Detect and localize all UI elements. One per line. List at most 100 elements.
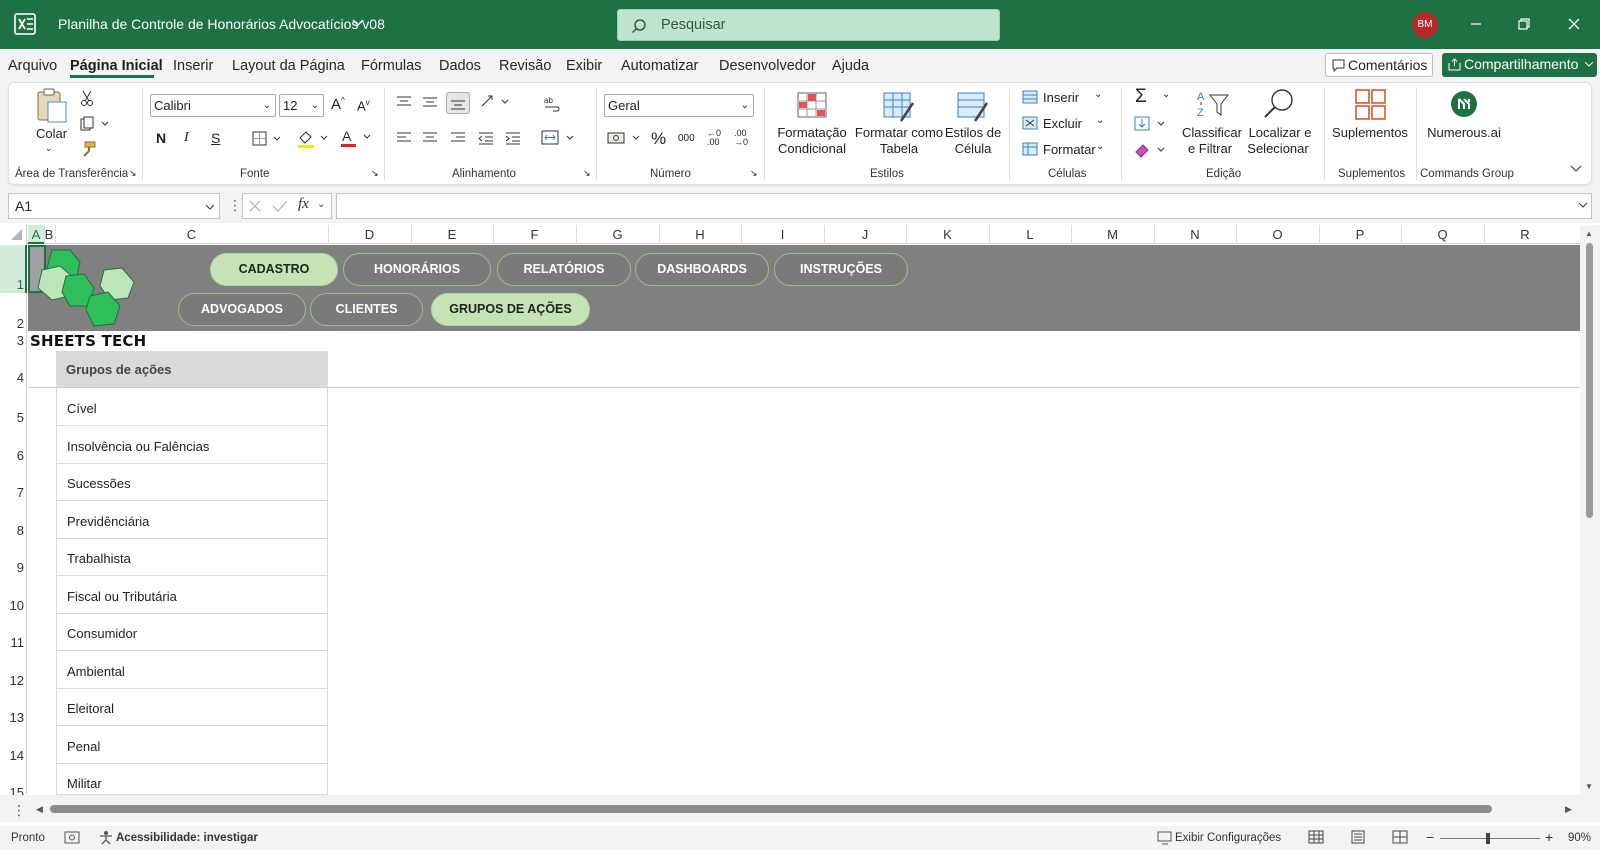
column-header-f[interactable]: F [493,227,576,242]
percent-format-icon[interactable]: % [651,129,666,149]
dialog-launcher-icon[interactable]: ↘ [583,168,591,179]
format-as-table-label-2[interactable]: Tabela [853,141,945,157]
scroll-up-icon[interactable]: ▲ [1585,229,1593,238]
table-row[interactable]: Trabalhista [56,538,328,576]
vertical-scroll-thumb[interactable] [1586,243,1593,518]
column-header-g[interactable]: G [576,227,659,242]
zoom-slider-thumb[interactable] [1486,833,1490,844]
sort-filter-label-2[interactable]: e Filtrar [1180,141,1240,157]
column-header-a[interactable]: A [28,227,44,242]
restore-button[interactable] [1514,14,1534,34]
table-row[interactable]: Previdênciária [56,501,328,539]
orientation-icon[interactable] [480,94,510,110]
menu-automatizar[interactable]: Automatizar [621,58,698,74]
format-as-table-label-1[interactable]: Formatar como [853,125,945,141]
menu-inserir[interactable]: Inserir [173,58,213,74]
row-header-14[interactable]: 14 [0,748,27,763]
currency-format-icon[interactable] [607,130,641,146]
column-header-l[interactable]: L [989,227,1071,242]
sheet-options-icon[interactable]: ⋮ [12,802,26,819]
numerous-ai-icon[interactable] [1451,91,1477,117]
column-header-d[interactable]: D [328,227,411,242]
row-header-10[interactable]: 10 [0,598,27,613]
scroll-left-icon[interactable]: ◀ [36,804,43,815]
fill-icon[interactable] [1134,116,1168,132]
formula-input[interactable] [336,193,1592,219]
format-cells-icon[interactable] [1022,142,1038,156]
conditional-formatting-label-1[interactable]: Formatação [770,125,854,141]
column-header-m[interactable]: M [1071,227,1154,242]
find-select-label-2[interactable]: Selecionar [1243,141,1313,157]
find-select-label-1[interactable]: Localizar e [1245,125,1315,141]
table-header[interactable]: Grupos de ações [56,351,328,387]
delete-cells-label[interactable]: Excluir [1043,116,1082,131]
addins-label[interactable]: Suplementos [1330,125,1410,141]
find-select-icon[interactable] [1262,88,1296,122]
menu-arquivo[interactable]: Arquivo [8,58,57,74]
comments-button[interactable]: Comentários [1325,53,1433,77]
nav-grupos-de-acoes-button[interactable]: GRUPOS DE AÇÕES [431,293,590,326]
italic-button[interactable]: I [184,130,189,146]
font-size-select[interactable]: 12 ⌄ [279,94,324,117]
row-header-11[interactable]: 11 [0,635,27,650]
insert-function-button[interactable]: fx [298,196,309,213]
row-header-1[interactable]: 1 [0,277,27,292]
align-top-icon[interactable] [396,95,412,109]
nav-cadastro-button[interactable]: CADASTRO [210,253,338,286]
close-button[interactable] [1564,14,1584,34]
addins-icon[interactable] [1355,89,1387,121]
dialog-launcher-icon[interactable]: ↘ [750,168,758,179]
insert-cells-icon[interactable] [1022,90,1038,104]
column-header-p[interactable]: P [1319,227,1401,242]
row-header-3[interactable]: 3 [0,333,27,348]
dialog-launcher-icon[interactable]: ↘ [129,168,137,179]
column-header-j[interactable]: J [824,227,906,242]
sort-filter-icon[interactable]: AZ [1196,89,1230,121]
table-row[interactable]: Fiscal ou Tributária [56,576,328,614]
row-header-8[interactable]: 8 [0,523,27,538]
scroll-down-icon[interactable]: ▼ [1585,782,1593,791]
clear-icon[interactable] [1134,142,1168,158]
document-title[interactable]: Planilha de Controle de Honorários Advoc… [58,16,385,32]
row-header-7[interactable]: 7 [0,485,27,500]
menu-desenvolvedor[interactable]: Desenvolvedor [719,58,816,74]
page-layout-view-icon[interactable] [1350,830,1366,844]
column-header-r[interactable]: R [1484,227,1566,242]
nav-dashboards-button[interactable]: DASHBOARDS [635,253,769,286]
macro-recorder-icon[interactable] [64,831,80,844]
column-header-o[interactable]: O [1236,227,1319,242]
select-all-button[interactable] [0,225,27,244]
menu-exibir[interactable]: Exibir [566,58,602,74]
horizontal-scroll-thumb[interactable] [50,805,1492,813]
row-header-2[interactable]: 2 [0,316,27,331]
column-header-e[interactable]: E [411,227,493,242]
column-header-i[interactable]: I [741,227,824,242]
nav-advogados-button[interactable]: ADVOGADOS [178,293,306,326]
table-row[interactable]: Militar [56,763,328,795]
increase-decimal-icon[interactable]: ←0.00 [707,129,721,147]
table-row[interactable]: Penal [56,726,328,764]
font-color-icon[interactable]: A [340,128,372,148]
wrap-text-icon[interactable]: ab [544,95,560,113]
table-row[interactable]: Insolvência ou Falências [56,426,328,464]
chevron-down-icon[interactable] [352,18,364,28]
nav-instrucoes-button[interactable]: INSTRUÇÕES [774,253,908,286]
decrease-indent-icon[interactable] [478,131,494,145]
column-header-n[interactable]: N [1154,227,1236,242]
paste-icon[interactable] [34,88,68,124]
more-options-icon[interactable]: ⋮ [228,197,242,214]
bold-button[interactable]: N [156,130,166,146]
row-header-4[interactable]: 4 [0,370,27,385]
cell-styles-icon[interactable] [957,91,989,123]
decrease-font-icon[interactable]: Av [357,98,370,113]
merge-center-icon[interactable] [541,130,575,146]
zoom-slider-track[interactable] [1440,838,1540,839]
zoom-in-icon[interactable]: + [1545,829,1553,845]
normal-view-icon[interactable] [1308,830,1324,844]
chevron-down-icon[interactable]: ⌄ [45,140,53,156]
nav-relatorios-button[interactable]: RELATÓRIOS [497,253,631,286]
copy-icon[interactable] [80,116,110,132]
delete-cells-icon[interactable] [1022,116,1038,130]
format-painter-icon[interactable] [80,141,96,157]
table-row[interactable]: Eleitoral [56,688,328,726]
